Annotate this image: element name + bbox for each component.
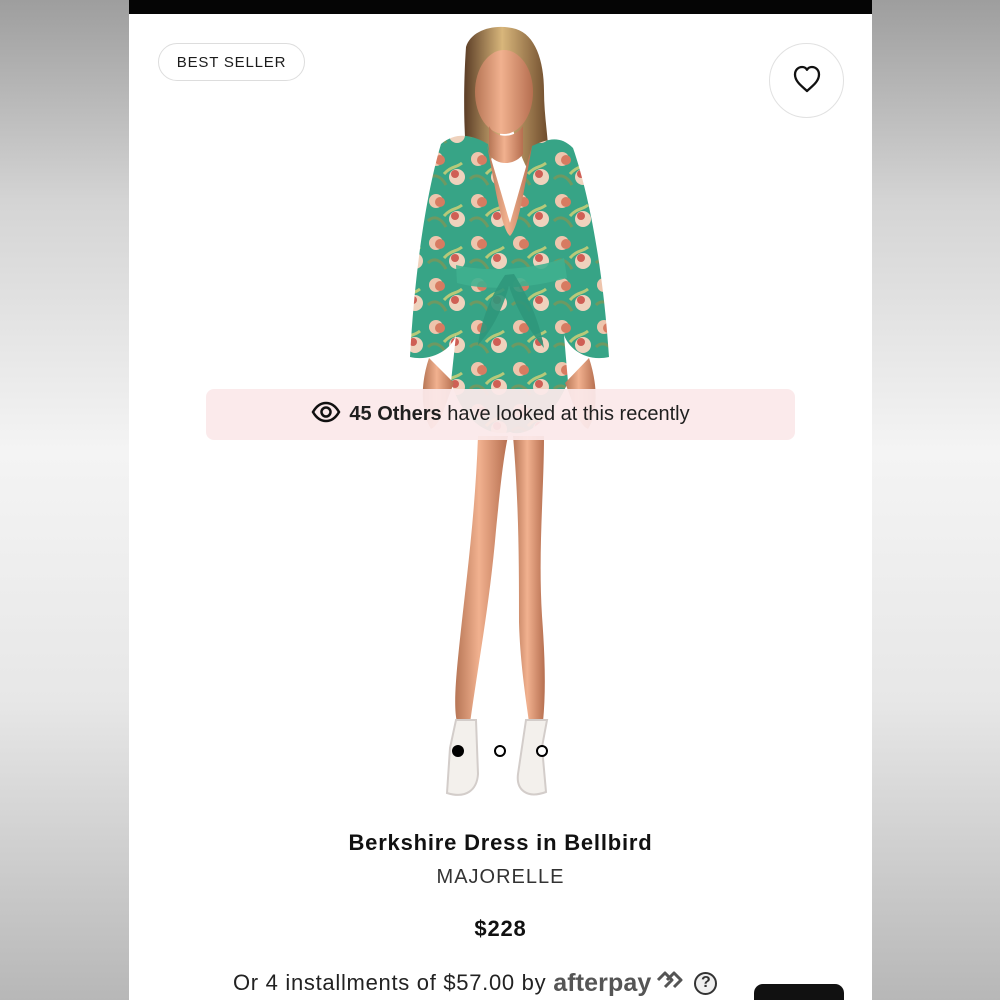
afterpay-wordmark: afterpay xyxy=(553,968,652,997)
eye-icon xyxy=(311,401,341,429)
viewers-count: 45 Others xyxy=(349,403,442,425)
floating-action-button[interactable] xyxy=(754,984,844,1000)
image-carousel-indicator xyxy=(452,744,552,760)
right-background-gradient xyxy=(872,0,1000,1000)
product-name: Berkshire Dress in Bellbird xyxy=(348,830,653,855)
model-left-leg xyxy=(455,436,508,723)
carousel-dot-2[interactable] xyxy=(494,745,506,757)
afterpay-installments: Or 4 installments of $57.00 by afterpay … xyxy=(233,966,773,1000)
best-seller-badge: BEST SELLER xyxy=(158,43,305,81)
product-brand[interactable]: MAJORELLE xyxy=(129,866,872,889)
product-price: $228 xyxy=(474,916,527,941)
favorite-button[interactable] xyxy=(769,43,844,118)
product-detail-screen: BEST SELLER 45 Others have looked at thi… xyxy=(129,0,872,1000)
heart-outline-icon xyxy=(790,62,824,99)
left-background-gradient xyxy=(0,0,129,1000)
question-mark-icon[interactable]: ? xyxy=(694,971,718,995)
afterpay-logo-icon xyxy=(654,969,685,998)
carousel-dot-3[interactable] xyxy=(536,745,548,757)
viewers-message: have looked at this recently xyxy=(447,403,690,425)
recent-viewers-banner: 45 Others have looked at this recently xyxy=(206,389,795,440)
installment-text: Or 4 installments of $57.00 by xyxy=(233,970,547,995)
top-status-bar xyxy=(129,0,872,14)
afterpay-logo: afterpay xyxy=(553,969,685,998)
model-face xyxy=(475,50,533,134)
model-right-leg xyxy=(513,436,545,722)
carousel-dot-1[interactable] xyxy=(452,745,464,757)
